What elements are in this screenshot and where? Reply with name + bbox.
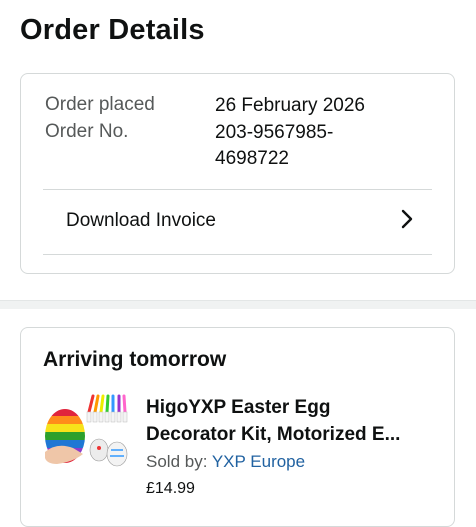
page-title: Order Details — [20, 14, 205, 46]
product-image[interactable] — [43, 392, 135, 470]
sold-by: Sold by: YXP Europe — [146, 452, 305, 472]
order-placed-value: 26 February 2026 — [215, 95, 365, 116]
seller-link[interactable]: YXP Europe — [212, 452, 305, 471]
sold-by-label: Sold by: — [146, 452, 212, 471]
product-title-line-2: Decorator Kit, Motorized E... — [146, 424, 401, 445]
product-price: £14.99 — [146, 480, 195, 497]
order-number-label: Order No. — [45, 121, 129, 142]
delivery-status: Arriving tomorrow — [43, 348, 227, 371]
download-invoice-row[interactable]: Download Invoice — [21, 190, 454, 252]
order-placed-label: Order placed — [45, 94, 155, 115]
product-title-link[interactable]: HigoYXP Easter Egg Decorator Kit, Motori… — [146, 394, 446, 448]
order-number-line-1: 203-9567985- — [215, 122, 334, 143]
section-separator — [0, 300, 476, 309]
chevron-right-icon — [400, 209, 414, 234]
divider-bottom — [43, 254, 432, 255]
product-title-line-1: HigoYXP Easter Egg — [146, 397, 331, 418]
order-number-line-2: 4698722 — [215, 148, 289, 169]
shipment-card: Arriving tomorrow HigoYXP Easter Egg Dec… — [20, 327, 455, 527]
download-invoice-label: Download Invoice — [66, 210, 216, 231]
order-summary-card: Order placed 26 February 2026 Order No. … — [20, 73, 455, 274]
order-number-value: 203-9567985- 4698722 — [215, 120, 415, 172]
